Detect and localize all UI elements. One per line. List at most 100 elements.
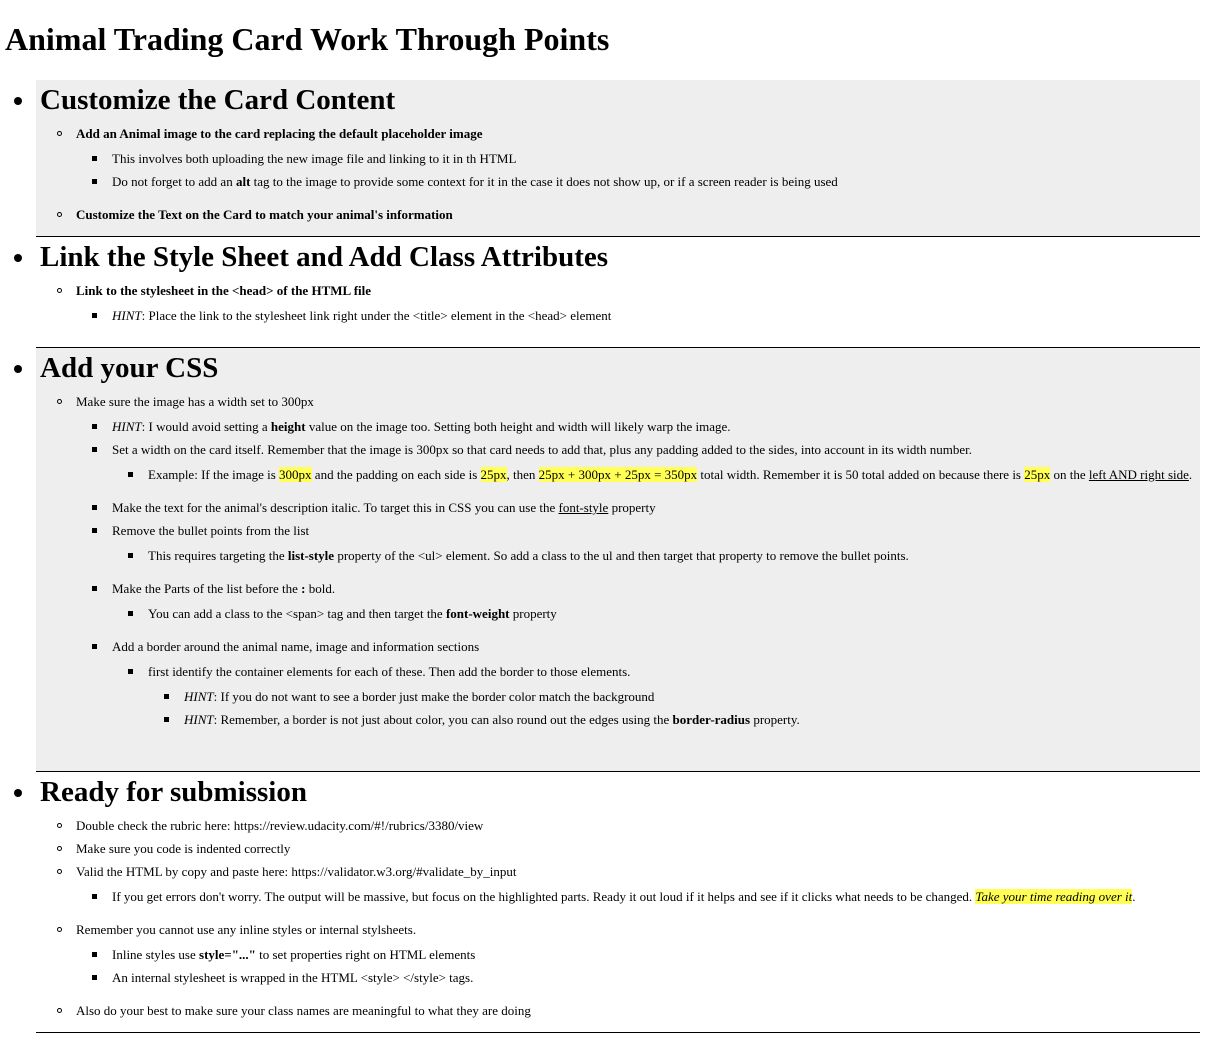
circle-bullet-icon	[57, 869, 62, 874]
hint-label: HINT	[184, 689, 214, 704]
square-bullet-icon	[92, 447, 97, 452]
list-item: An internal stylesheet is wrapped in the…	[112, 970, 474, 985]
text-run: property	[608, 500, 656, 515]
square-bullet-icon	[92, 156, 97, 161]
square-bullet-icon	[164, 694, 169, 699]
alt-keyword: alt	[235, 174, 251, 189]
square-bullet-icon	[92, 179, 97, 184]
section-title: Customize the Card Content	[40, 84, 396, 116]
list-item: This involves both uploading the new ima…	[112, 151, 517, 166]
list-item: Also do your best to make sure your clas…	[76, 1003, 531, 1018]
list-item: first identify the container elements fo…	[148, 664, 631, 679]
hint-label: HINT	[112, 419, 142, 434]
text-run: .	[1188, 467, 1193, 482]
square-bullet-icon	[92, 424, 97, 429]
circle-bullet-icon	[57, 1008, 62, 1013]
section-ready-for-submission: Ready for submission Double check the ru…	[14, 772, 1200, 1033]
text-run: tag to the image to provide some context…	[250, 174, 838, 189]
highlight-take-your-time: Take your time reading over it	[975, 889, 1133, 904]
list-item: Make sure the image has a width set to 3…	[76, 394, 314, 409]
section-bullet-icon	[14, 365, 22, 373]
list-item: Remember you cannot use any inline style…	[76, 922, 417, 937]
text-run: value on the image too. Setting both hei…	[305, 419, 731, 434]
square-bullet-icon	[92, 952, 97, 957]
text-run: Do not forget to add an	[112, 174, 236, 189]
square-bullet-icon	[128, 669, 133, 674]
square-bullet-icon	[92, 586, 97, 591]
example-item: Example: If the image is 300px and the p…	[148, 466, 1192, 483]
list-item: Make the Parts of the list before the : …	[112, 580, 335, 597]
square-bullet-icon	[128, 611, 133, 616]
list-item: Valid the HTML by copy and paste here: h…	[76, 864, 517, 879]
highlight-25px: 25px	[480, 467, 507, 482]
circle-bullet-icon	[57, 846, 62, 851]
text-run: total width. Remember it is 50 total add…	[697, 467, 1025, 482]
list-item: HINT: If you do not want to see a border…	[184, 688, 654, 705]
list-item: You can add a class to the <span> tag an…	[148, 605, 557, 622]
list-item: Remove the bullet points from the list	[112, 523, 310, 538]
square-bullet-icon	[92, 894, 97, 899]
list-item: If you get errors don't worry. The outpu…	[112, 888, 1136, 905]
hint-label: HINT	[184, 712, 214, 727]
list-item: Double check the rubric here: https://re…	[76, 818, 484, 833]
section-bullet-icon	[14, 789, 22, 797]
section-bullet-icon	[14, 97, 22, 105]
square-bullet-icon	[164, 717, 169, 722]
list-item: Make sure you code is indented correctly	[76, 841, 291, 856]
text-run: on the	[1050, 467, 1089, 482]
section-title: Ready for submission	[40, 776, 307, 808]
list-item: Link to the stylesheet in the <head> of …	[76, 283, 372, 298]
text-run: Make the text for the animal's descripti…	[112, 500, 559, 515]
circle-bullet-icon	[57, 212, 62, 217]
section-customize-card: Customize the Card Content Add an Animal…	[14, 80, 1200, 237]
square-bullet-icon	[128, 472, 133, 477]
height-keyword: height	[270, 419, 306, 434]
font-weight-keyword: font-weight	[445, 606, 510, 621]
text-run: You can add a class to the <span> tag an…	[148, 606, 446, 621]
list-item: This requires targeting the list-style p…	[148, 547, 909, 564]
text-run: property.	[750, 712, 800, 727]
underlined-text: left AND right side	[1088, 467, 1189, 482]
circle-bullet-icon	[57, 823, 62, 828]
text-run: Example: If the image is	[148, 467, 280, 482]
text-run: to set properties right on HTML elements	[255, 947, 476, 962]
highlight-25px: 25px	[1024, 467, 1051, 482]
text-run: bold.	[305, 581, 336, 596]
circle-bullet-icon	[57, 927, 62, 932]
hint-label: HINT	[112, 308, 142, 323]
text-run: : I would avoid setting a	[141, 419, 271, 434]
list-item: Customize the Text on the Card to match …	[76, 207, 453, 222]
text-run: , then	[506, 467, 539, 482]
section-title: Add your CSS	[40, 352, 219, 384]
list-item: Do not forget to add an alt tag to the i…	[112, 173, 838, 190]
underlined-text: font-style	[558, 500, 609, 515]
text-run: Make the Parts of the list before the	[112, 581, 302, 596]
square-bullet-icon	[92, 313, 97, 318]
square-bullet-icon	[92, 975, 97, 980]
text-run: : Place the link to the stylesheet link …	[141, 308, 612, 323]
square-bullet-icon	[128, 553, 133, 558]
style-attribute-code: style="..."	[199, 947, 256, 962]
list-item: Set a width on the card itself. Remember…	[112, 442, 972, 457]
list-item: HINT: Place the link to the stylesheet l…	[112, 307, 611, 324]
list-item: Make the text for the animal's descripti…	[112, 499, 656, 516]
text-run: and the padding on each side is	[311, 467, 481, 482]
square-bullet-icon	[92, 505, 97, 510]
page-title: Animal Trading Card Work Through Points	[5, 21, 610, 57]
text-run: : If you do not want to see a border jus…	[213, 689, 655, 704]
list-item: Add a border around the animal name, ima…	[112, 639, 480, 654]
section-title: Link the Style Sheet and Add Class Attri…	[40, 241, 609, 273]
square-bullet-icon	[92, 644, 97, 649]
text-run: : Remember, a border is not just about c…	[213, 712, 673, 727]
text-run: property	[509, 606, 557, 621]
text-run: This requires targeting the	[148, 548, 288, 563]
circle-bullet-icon	[57, 288, 62, 293]
list-style-keyword: list-style	[287, 548, 335, 563]
text-run: property of the <ul> element. So add a c…	[334, 548, 909, 563]
text-run: If you get errors don't worry. The outpu…	[112, 889, 976, 904]
border-radius-keyword: border-radius	[672, 712, 751, 727]
list-item: HINT: I would avoid setting a height val…	[112, 418, 731, 435]
list-item: Add an Animal image to the card replacin…	[76, 126, 483, 141]
section-add-css: Add your CSS Make sure the image has a w…	[14, 348, 1200, 772]
section-bullet-icon	[14, 254, 22, 262]
